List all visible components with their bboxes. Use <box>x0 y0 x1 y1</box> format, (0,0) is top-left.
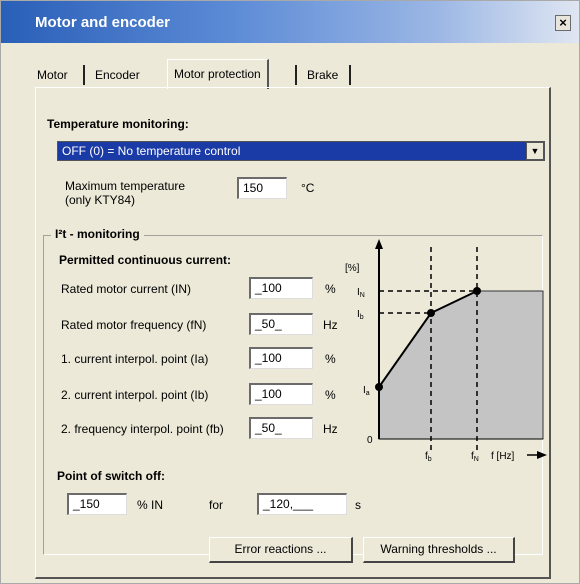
close-icon[interactable]: × <box>555 15 571 31</box>
current-interpol-a-input[interactable]: _100 <box>249 347 313 369</box>
warning-thresholds-button[interactable]: Warning thresholds ... <box>363 537 515 563</box>
switch-off-current-unit: % IN <box>137 498 164 512</box>
tab-encoder[interactable]: Encoder <box>89 63 146 87</box>
x-axis-arrow-icon <box>537 451 547 459</box>
y-label-zero: 0 <box>367 435 373 446</box>
current-interpol-a-label: 1. current interpol. point (Ia) <box>61 352 209 366</box>
motor-encoder-dialog: Motor and encoder × Motor Encoder Motor … <box>0 0 580 584</box>
y-axis-arrow-icon <box>375 239 383 249</box>
temperature-monitoring-title: Temperature monitoring: <box>47 117 189 131</box>
tab-strip: Motor Encoder Motor protection Brake <box>31 59 551 89</box>
rated-motor-current-unit: % <box>325 282 336 296</box>
graph-filled-area <box>378 290 544 440</box>
switch-off-title: Point of switch off: <box>57 469 165 483</box>
tab-motor-protection[interactable]: Motor protection <box>167 59 269 89</box>
x-axis-label: f [Hz] <box>491 451 515 462</box>
max-temperature-sublabel: (only KTY84) <box>65 193 136 207</box>
point-ib <box>427 309 435 317</box>
y-label-ib: Ib <box>357 309 364 321</box>
rated-motor-current-label: Rated motor current (IN) <box>61 282 192 296</box>
title-bar[interactable]: Motor and encoder × <box>1 1 579 43</box>
x-label-fn: fN <box>471 451 479 463</box>
chevron-down-icon[interactable]: ▼ <box>526 142 544 160</box>
point-in <box>473 287 481 295</box>
x-label-fb: fb <box>425 451 432 463</box>
max-temperature-input[interactable]: 150 <box>237 177 287 199</box>
frequency-interpol-b-input[interactable]: _50_ <box>249 417 313 439</box>
tab-separator <box>295 65 297 85</box>
y-label-in: IN <box>357 287 365 299</box>
y-unit-label: [%] <box>345 263 360 274</box>
current-interpol-a-unit: % <box>325 352 336 366</box>
current-frequency-graph: [%] IN Ib Ia 0 fb fN f [Hz] <box>345 239 547 463</box>
point-ia <box>375 383 383 391</box>
error-reactions-button[interactable]: Error reactions ... <box>209 537 353 563</box>
tab-separator <box>349 65 351 85</box>
permitted-current-title: Permitted continuous current: <box>59 253 232 267</box>
switch-off-for-label: for <box>209 498 224 512</box>
temperature-mode-select[interactable]: OFF (0) = No temperature control ▼ <box>57 141 545 161</box>
switch-off-current-input[interactable]: _150 <box>67 493 127 515</box>
current-interpol-b-label: 2. current interpol. point (Ib) <box>61 388 209 402</box>
rated-motor-frequency-input[interactable]: _50_ <box>249 313 313 335</box>
window-title: Motor and encoder <box>35 14 171 31</box>
switch-off-time-input[interactable]: _120,___ <box>257 493 347 515</box>
switch-off-time-unit: s <box>355 498 361 512</box>
current-interpol-b-unit: % <box>325 388 336 402</box>
i2t-monitoring-title: I²t - monitoring <box>51 227 144 241</box>
tab-separator <box>83 65 85 85</box>
rated-motor-current-input[interactable]: _100 <box>249 277 313 299</box>
rated-motor-frequency-unit: Hz <box>323 318 338 332</box>
current-interpol-b-input[interactable]: _100 <box>249 383 313 405</box>
tab-motor[interactable]: Motor <box>31 63 74 87</box>
temperature-mode-value: OFF (0) = No temperature control <box>62 144 241 158</box>
frequency-interpol-b-unit: Hz <box>323 422 338 436</box>
frequency-interpol-b-label: 2. frequency interpol. point (fb) <box>61 422 224 436</box>
y-label-ia: Ia <box>363 385 370 397</box>
max-temperature-label: Maximum temperature <box>65 179 186 193</box>
max-temperature-unit: °C <box>301 181 315 195</box>
rated-motor-frequency-label: Rated motor frequency (fN) <box>61 318 207 332</box>
tab-brake[interactable]: Brake <box>301 63 344 87</box>
